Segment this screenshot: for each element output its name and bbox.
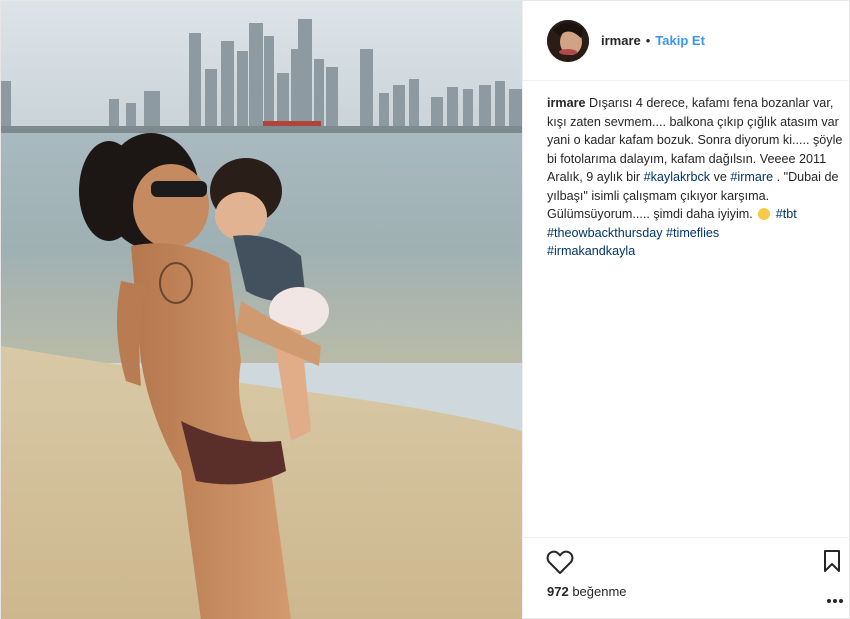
hashtag-link[interactable]: #timeflies — [666, 226, 719, 240]
post-actions: 972 beğenme — [523, 537, 850, 619]
likes-label: beğenme — [568, 584, 627, 599]
post-photo[interactable] — [1, 1, 522, 619]
caption-username[interactable]: irmare — [547, 96, 586, 110]
heart-icon[interactable] — [546, 549, 574, 575]
beach-photo-illustration — [1, 1, 522, 619]
profile-picture — [547, 19, 589, 62]
likes-count[interactable]: 972 beğenme — [547, 584, 627, 599]
username[interactable]: irmare — [601, 33, 641, 48]
avatar[interactable] — [547, 19, 589, 62]
post-header: irmare • Takip Et — [523, 1, 850, 81]
caption-text: ve — [710, 170, 731, 184]
more-options-icon[interactable] — [826, 591, 844, 603]
bookmark-icon[interactable] — [822, 549, 842, 573]
hashtag-link[interactable]: #tbt — [776, 207, 797, 221]
hashtag-link[interactable]: #irmare — [730, 170, 773, 184]
separator-dot: • — [645, 33, 651, 48]
hashtag-link[interactable]: #kaylakrbck — [644, 170, 711, 184]
post-side-panel: irmare • Takip Et irmare Dışarısı 4 dere… — [522, 1, 850, 619]
smile-emoji-icon — [758, 208, 771, 220]
likes-number: 972 — [547, 584, 569, 599]
hashtag-link[interactable]: #theowbackthursday — [547, 226, 663, 240]
post-caption: irmare Dışarısı 4 derece, kafamı fena bo… — [547, 94, 845, 261]
follow-button[interactable]: Takip Et — [655, 33, 705, 48]
hashtag-link[interactable]: #irmakandkayla — [547, 244, 635, 258]
instagram-post: irmare • Takip Et irmare Dışarısı 4 dere… — [0, 0, 850, 619]
